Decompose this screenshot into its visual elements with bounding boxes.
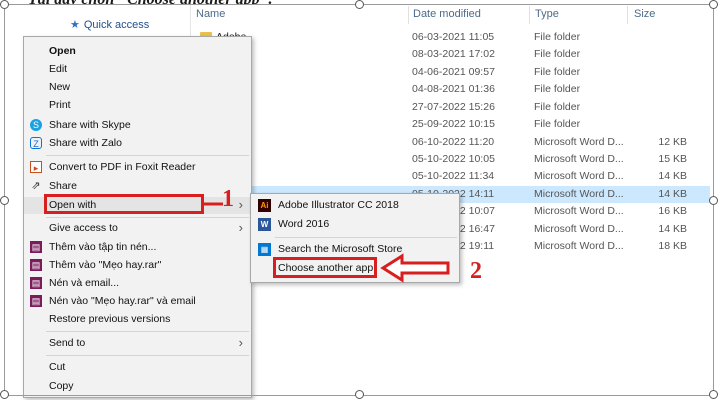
resize-handle[interactable] bbox=[709, 390, 718, 399]
resize-handle[interactable] bbox=[709, 0, 718, 9]
image-selection-frame bbox=[4, 4, 714, 396]
resize-handle[interactable] bbox=[709, 196, 718, 205]
resize-handle[interactable] bbox=[0, 0, 9, 9]
resize-handle[interactable] bbox=[355, 0, 364, 9]
resize-handle[interactable] bbox=[0, 390, 9, 399]
resize-handle[interactable] bbox=[0, 196, 9, 205]
resize-handle[interactable] bbox=[355, 390, 364, 399]
